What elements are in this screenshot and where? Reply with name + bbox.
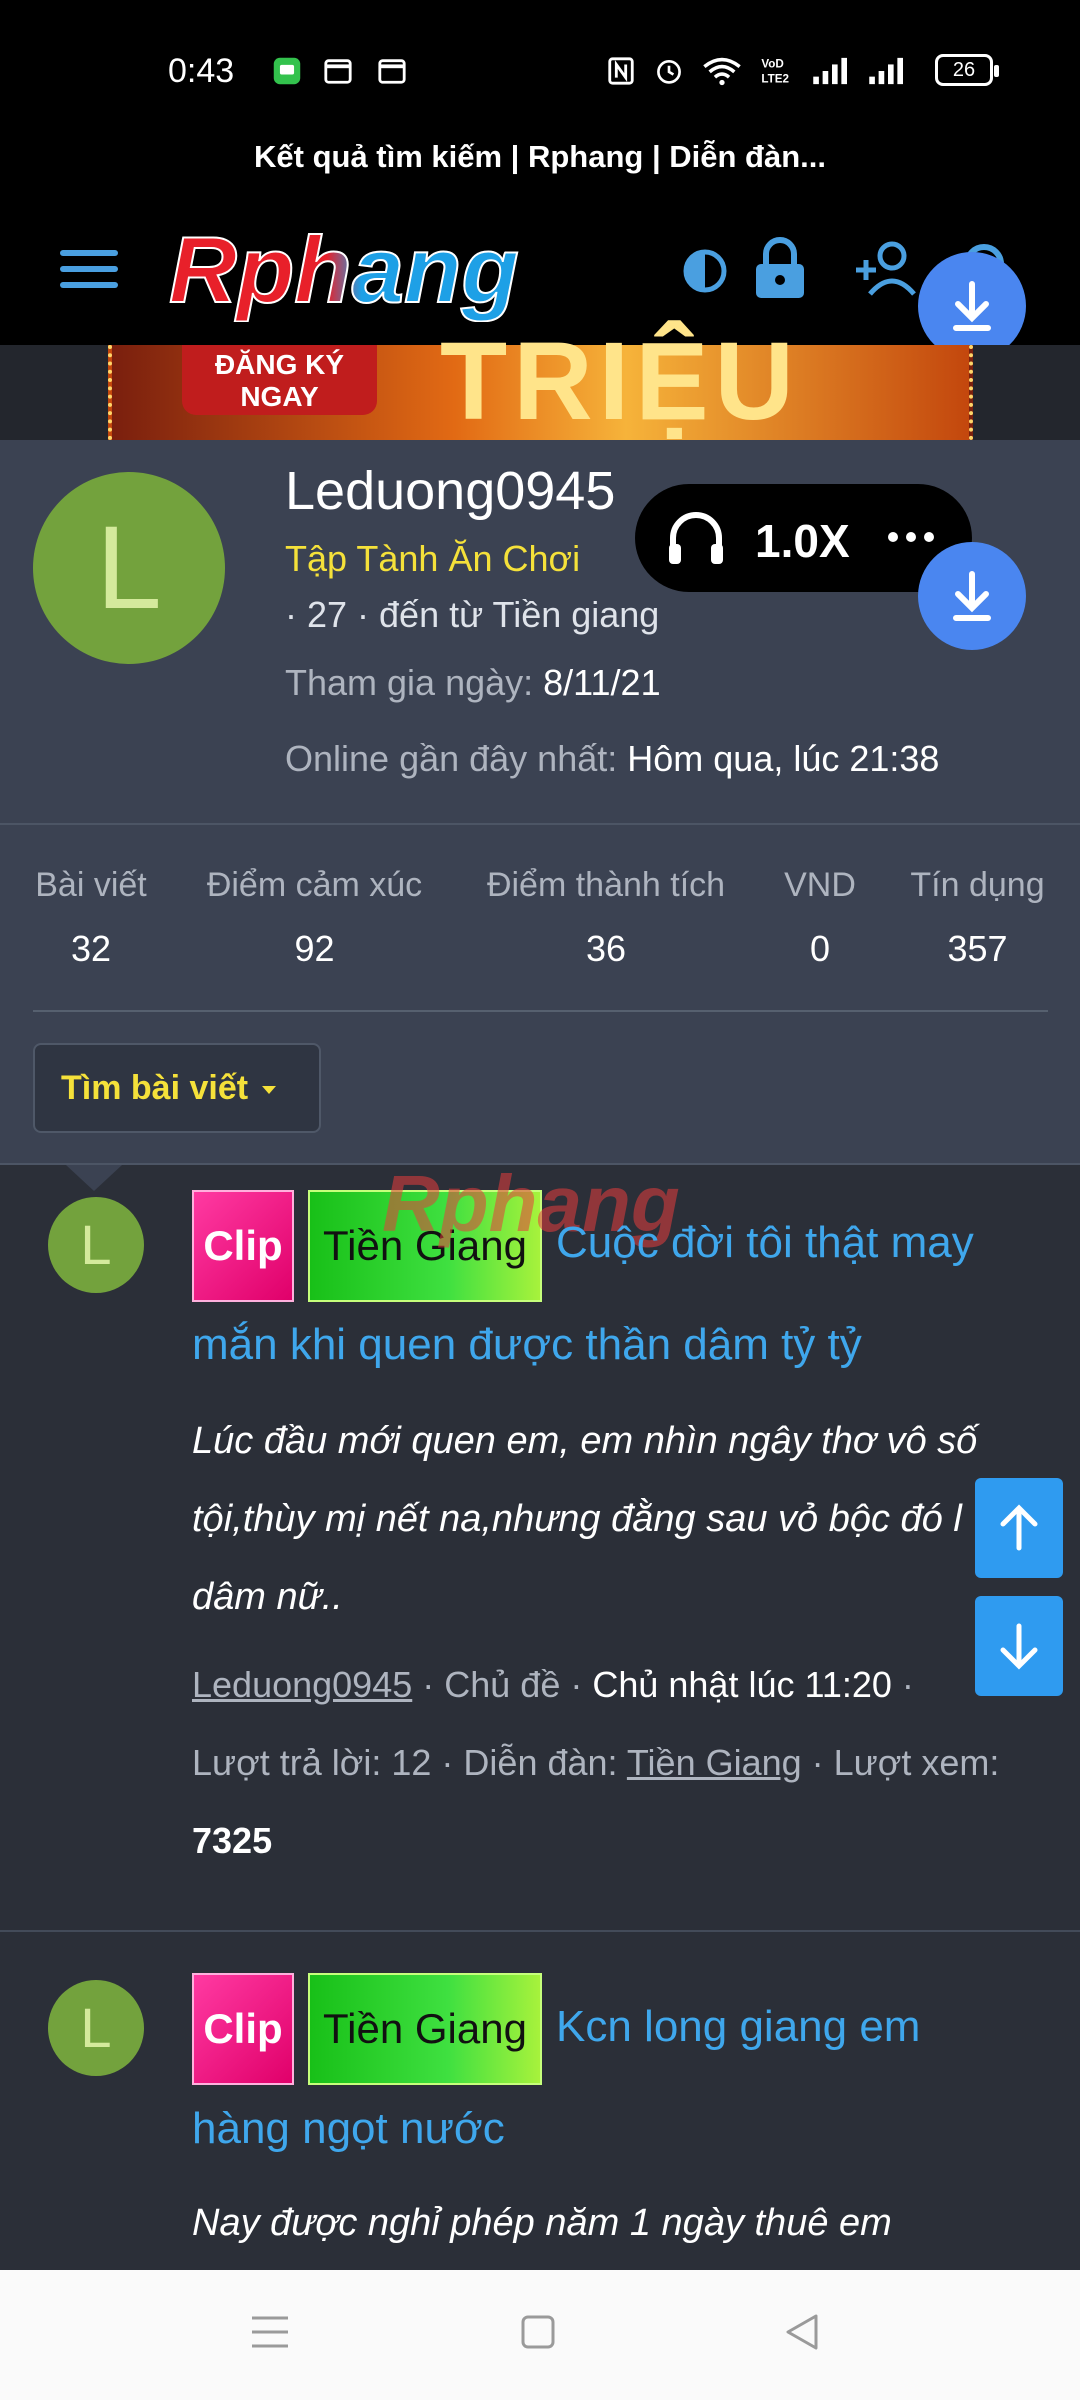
nfc-icon bbox=[608, 57, 634, 85]
svg-text:VoD: VoD bbox=[761, 58, 783, 71]
result-snippet-line3: dâm nữ.. bbox=[192, 1576, 343, 1618]
stat-label-vnd: VND bbox=[784, 866, 856, 904]
calendar-icon bbox=[378, 59, 406, 84]
result-snippet-line2: tội,thùy mị nết na,nhưng đằng sau vỏ bộc… bbox=[192, 1498, 962, 1540]
tag-clip[interactable]: Clip bbox=[192, 1190, 294, 1302]
svg-text:Rphang: Rphang bbox=[169, 222, 519, 322]
profile-username: Leduong0945 bbox=[285, 461, 616, 521]
result-title-line1[interactable]: Kcn long giang em bbox=[556, 2002, 920, 2052]
result-author-link[interactable]: Leduong0945 bbox=[192, 1664, 412, 1705]
result-snippet-line1: Lúc đầu mới quen em, em nhìn ngây thơ vô… bbox=[192, 1420, 978, 1462]
caret-down-icon bbox=[262, 1086, 277, 1095]
arrow-down-icon bbox=[1000, 1623, 1038, 1670]
result-meta-line3: 7325 bbox=[192, 1820, 272, 1862]
stat-value-credits: 357 bbox=[947, 928, 1008, 969]
replies-label: Lượt trả lời: bbox=[192, 1742, 382, 1783]
avatar[interactable]: L bbox=[33, 472, 225, 664]
signal-icon bbox=[869, 57, 903, 85]
joined-label: Tham gia ngày: bbox=[285, 662, 534, 703]
stat-label-posts: Bài viết bbox=[35, 866, 147, 904]
add-user-icon[interactable] bbox=[852, 240, 924, 296]
profile-info: · 27 · đến từ Tiền giang bbox=[285, 594, 660, 635]
profile-joined: Tham gia ngày: 8/11/21 bbox=[285, 662, 661, 704]
status-time: 0:43 bbox=[168, 52, 235, 90]
result-divider bbox=[0, 1930, 1080, 1932]
headphones-icon[interactable] bbox=[665, 508, 727, 568]
download-icon bbox=[953, 571, 991, 621]
download-icon bbox=[953, 281, 991, 331]
result-forum-link[interactable]: Tiền Giang bbox=[627, 1742, 802, 1783]
result-meta-line2: Lượt trả lời: 12 · Diễn đàn: Tiền Giang … bbox=[192, 1742, 1000, 1783]
avatar[interactable]: L bbox=[48, 1980, 144, 2076]
ad-big-text: TRIỆU bbox=[440, 320, 800, 443]
recent-apps-icon[interactable] bbox=[248, 2312, 292, 2352]
site-logo[interactable]: Rphang bbox=[165, 222, 635, 322]
replies-count: 12 bbox=[391, 1742, 432, 1783]
stat-value-posts[interactable]: 32 bbox=[25, 928, 157, 970]
ad-register-button[interactable]: ĐĂNG KÝ NGAY bbox=[182, 345, 377, 415]
menu-icon[interactable] bbox=[60, 250, 118, 294]
tag-clip[interactable]: Clip bbox=[192, 1973, 294, 2085]
download-button[interactable] bbox=[918, 542, 1026, 650]
result-meta-line1: Leduong0945 · Chủ đề · Chủ nhật lúc 11:2… bbox=[192, 1664, 914, 1705]
stat-label-reactions: Điểm cảm xúc bbox=[206, 866, 423, 904]
scroll-bottom-button[interactable] bbox=[975, 1596, 1063, 1696]
svg-text:LTE2: LTE2 bbox=[761, 73, 789, 86]
arrow-up-icon bbox=[1000, 1504, 1038, 1551]
tag-location[interactable]: Tiền Giang bbox=[308, 1973, 542, 2085]
result-title-line2[interactable]: hàng ngọt nước bbox=[192, 2104, 505, 2154]
result-snippet-line1: Nay được nghỉ phép năm 1 ngày thuê em bbox=[192, 2202, 892, 2244]
online-label: Online gần đây nhất: bbox=[285, 738, 618, 779]
back-icon[interactable] bbox=[782, 2312, 822, 2352]
home-icon[interactable] bbox=[520, 2314, 556, 2350]
calendar-icon bbox=[324, 59, 352, 84]
profile-last-online: Online gần đây nhất: Hôm qua, lúc 21:38 bbox=[285, 738, 939, 780]
volte-icon: VoD LTE2 bbox=[761, 58, 789, 86]
views-count: 7325 bbox=[192, 1820, 273, 1861]
battery-indicator: 26 bbox=[935, 54, 999, 86]
card-pointer bbox=[66, 1165, 122, 1191]
result-title-line2[interactable]: mắn khi quen được thần dâm tỷ tỷ bbox=[192, 1320, 862, 1370]
status-bar bbox=[0, 0, 1080, 135]
stat-value-vnd: 0 bbox=[809, 928, 831, 969]
alarm-icon bbox=[657, 59, 681, 84]
ad-register-label: ĐĂNG KÝ NGAY bbox=[214, 349, 345, 412]
stat-value-trophies[interactable]: 36 bbox=[474, 928, 738, 970]
theme-toggle-icon[interactable] bbox=[680, 246, 730, 296]
divider bbox=[33, 1010, 1048, 1012]
find-posts-button[interactable]: Tìm bài viết bbox=[33, 1043, 321, 1133]
playback-speed[interactable]: 1.0X bbox=[755, 514, 850, 568]
download-button[interactable] bbox=[918, 252, 1026, 360]
stat-label-credits: Tín dụng bbox=[910, 866, 1045, 904]
stat-label-trophies: Điểm thành tích bbox=[486, 866, 726, 904]
stat-value-reactions[interactable]: 92 bbox=[192, 928, 437, 970]
browser-page-title: Kết quả tìm kiếm | Rphang | Diễn đàn... bbox=[0, 135, 1080, 215]
profile-user-title: Tập Tành Ăn Chơi bbox=[285, 538, 581, 579]
lock-icon[interactable] bbox=[752, 236, 808, 300]
signal-icon bbox=[813, 57, 847, 85]
views-label: Lượt xem: bbox=[833, 1742, 1000, 1783]
result-title-line1[interactable]: Cuộc đời tôi thật may bbox=[556, 1218, 974, 1268]
online-value: Hôm qua, lúc 21:38 bbox=[627, 738, 940, 779]
avatar[interactable]: L bbox=[48, 1197, 144, 1293]
result-kind: Chủ đề bbox=[444, 1664, 561, 1705]
forum-label: Diễn đàn: bbox=[463, 1742, 618, 1783]
find-posts-label: Tìm bài viết bbox=[61, 1069, 249, 1107]
scroll-top-button[interactable] bbox=[975, 1478, 1063, 1578]
joined-value: 8/11/21 bbox=[543, 662, 661, 703]
wifi-icon bbox=[703, 57, 741, 86]
messages-icon bbox=[273, 57, 301, 85]
result-date: Chủ nhật lúc 11:20 bbox=[592, 1664, 892, 1705]
